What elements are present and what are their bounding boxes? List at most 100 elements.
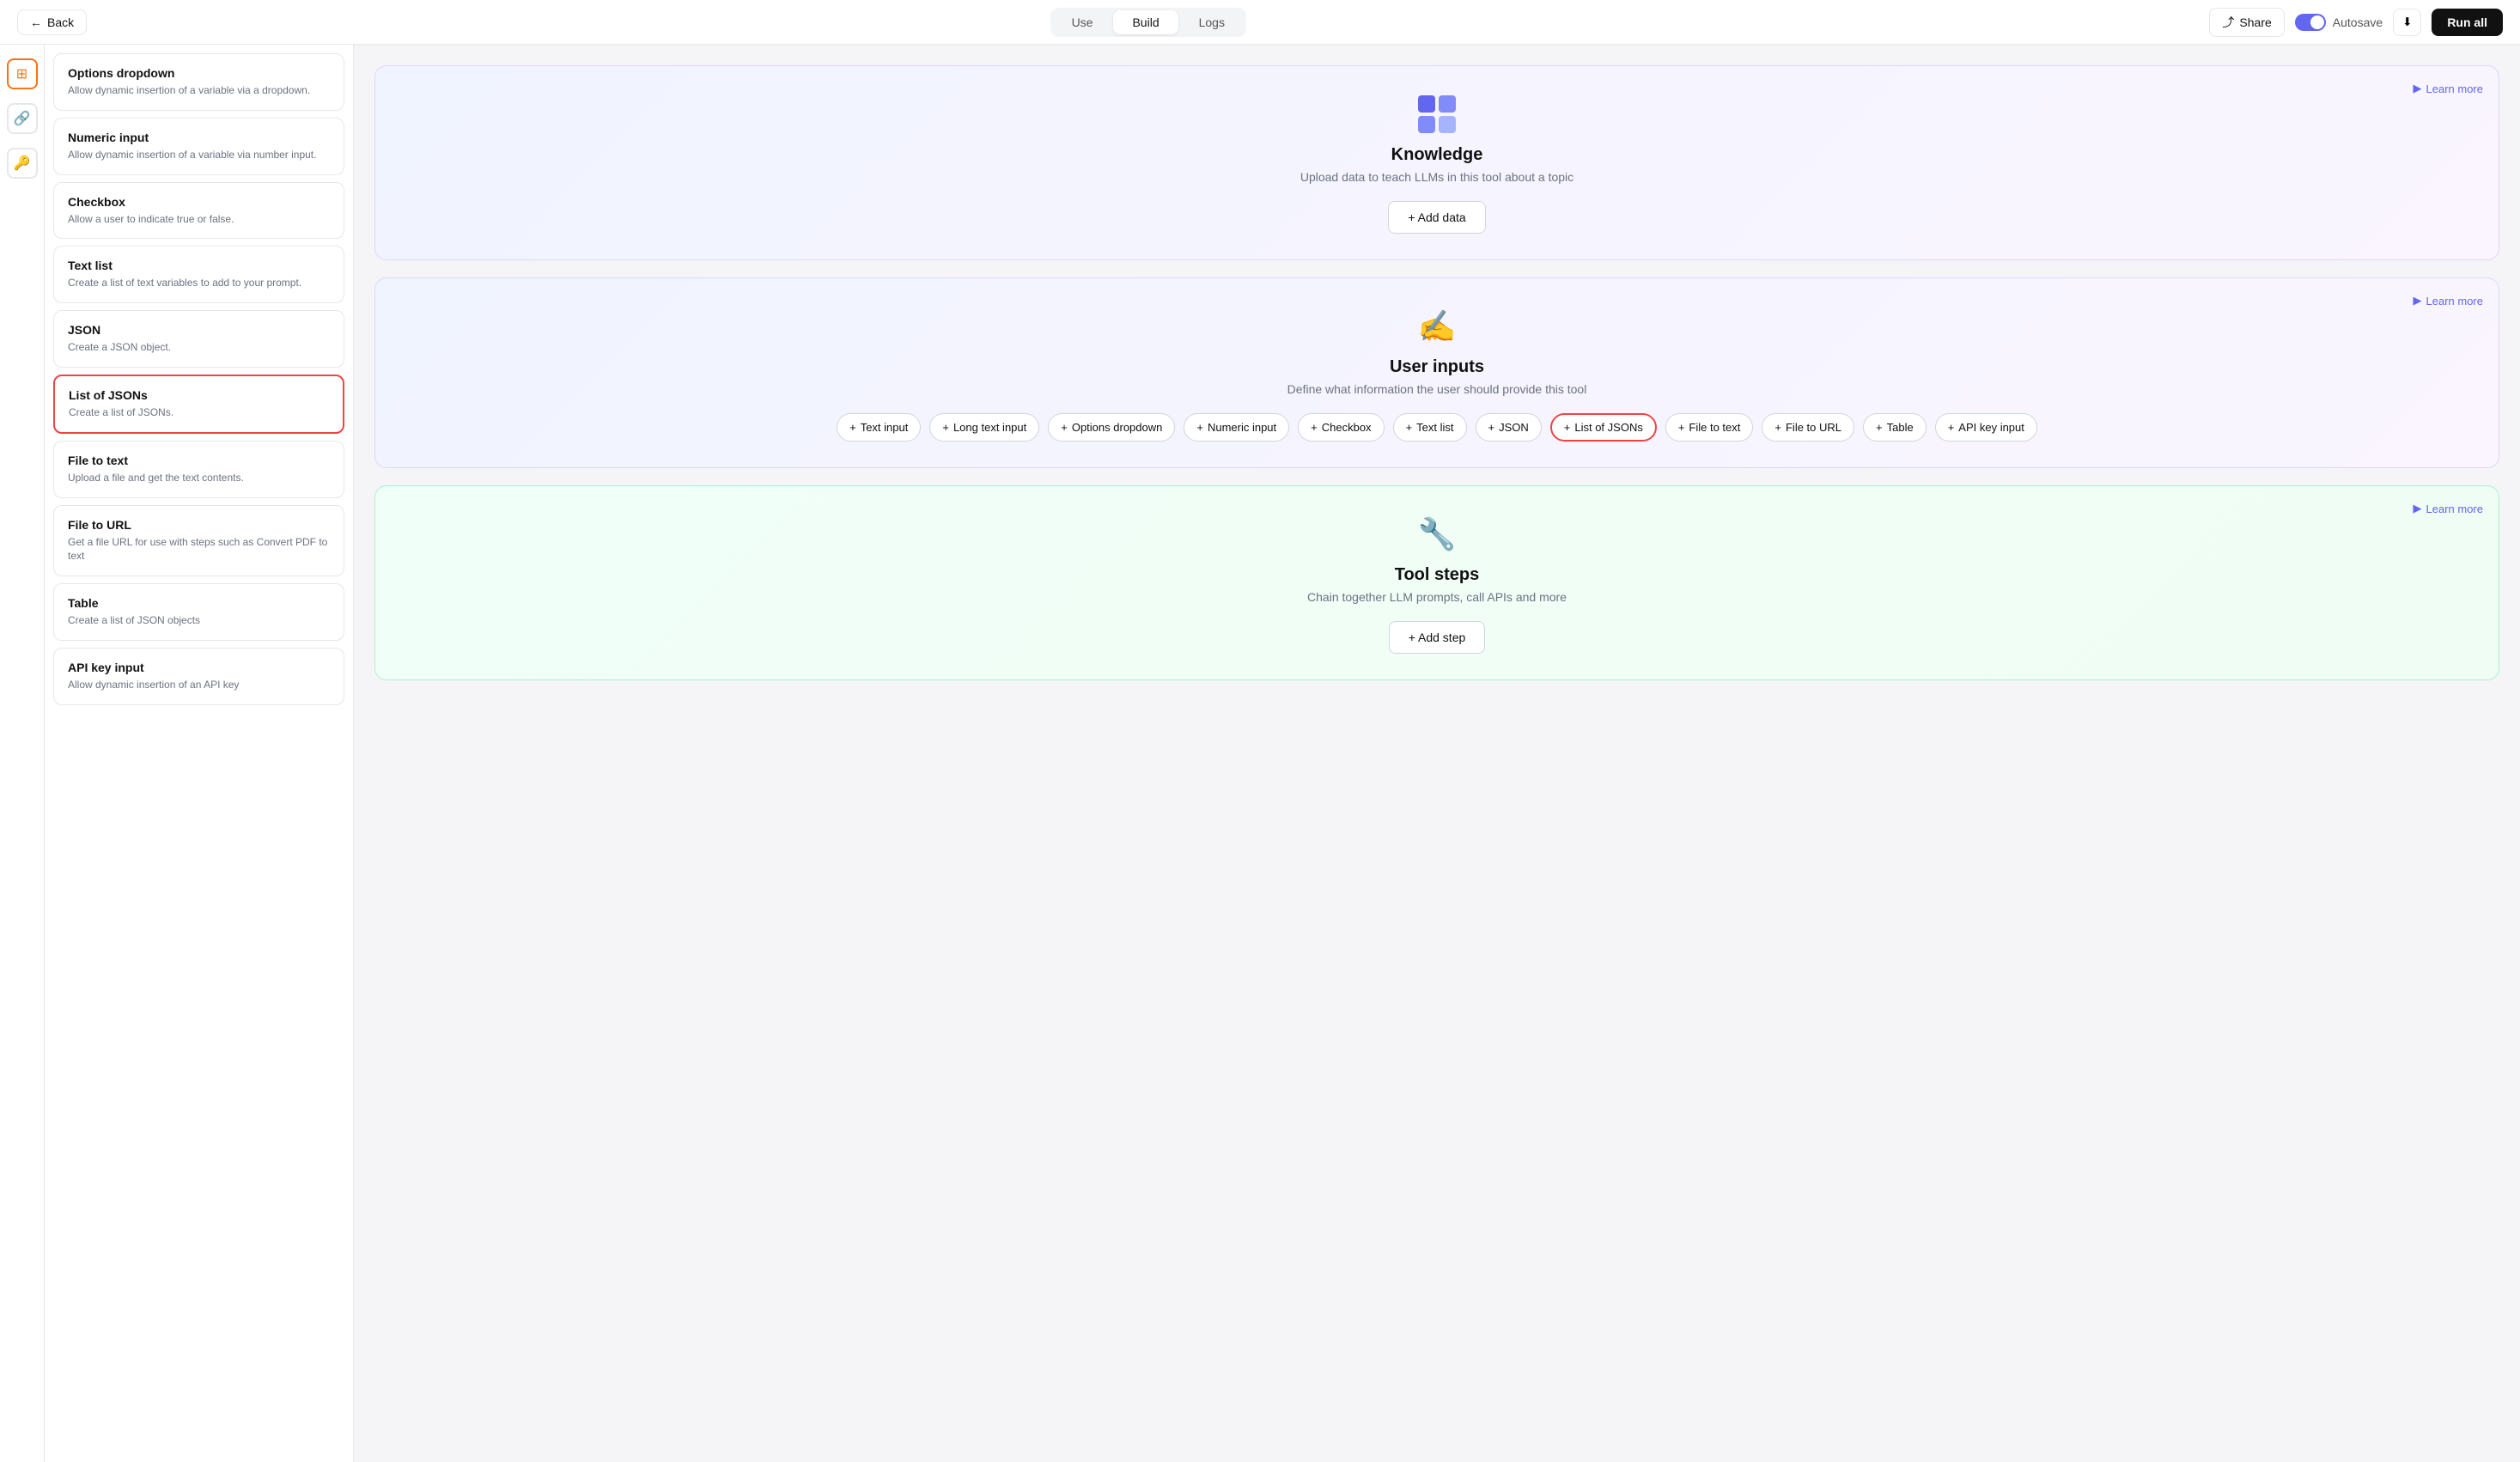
sidebar-icon-blocks[interactable]: ⊞: [7, 58, 38, 89]
chip-api-key-input[interactable]: + API key input: [1935, 413, 2037, 442]
sidebar-item-desc-table: Create a list of JSON objects: [68, 613, 330, 628]
plus-icon: +: [849, 421, 856, 434]
sidebar-item-table[interactable]: Table Create a list of JSON objects: [53, 583, 344, 641]
top-nav: ← Back Use Build Logs ⤴ Share Autosave ⬇…: [0, 0, 2520, 45]
user-inputs-icon: ✍️: [1415, 304, 1459, 349]
sidebar-item-desc-checkbox: Allow a user to indicate true or false.: [68, 212, 330, 227]
tool-steps-subtitle: Chain together LLM prompts, call APIs an…: [1307, 590, 1567, 604]
back-arrow-icon: ←: [30, 15, 42, 29]
tab-use[interactable]: Use: [1053, 10, 1112, 34]
sidebar-item-title-json: JSON: [68, 323, 330, 337]
sidebar-item-desc-api-key-input: Allow dynamic insertion of an API key: [68, 678, 330, 692]
sidebar-icon-key[interactable]: 🔑: [7, 148, 38, 179]
plus-icon: +: [1488, 421, 1495, 434]
user-inputs-card: ▶ Learn more ✍️ User inputs Define what …: [374, 277, 2499, 468]
sidebar-item-desc-json: Create a JSON object.: [68, 340, 330, 355]
tool-steps-header: 🔧 Tool steps Chain together LLM prompts,…: [406, 512, 2468, 604]
autosave-label: Autosave: [2333, 15, 2383, 29]
run-all-button[interactable]: Run all: [2432, 9, 2503, 36]
sidebar-item-file-to-text[interactable]: File to text Upload a file and get the t…: [53, 441, 344, 498]
autosave-wrapper: Autosave: [2295, 14, 2383, 31]
tab-build[interactable]: Build: [1113, 10, 1178, 34]
user-inputs-header: ✍️ User inputs Define what information t…: [406, 304, 2468, 396]
chip-numeric-input[interactable]: + Numeric input: [1184, 413, 1289, 442]
nav-tabs: Use Build Logs: [1050, 8, 1246, 37]
chip-text-list[interactable]: + Text list: [1393, 413, 1467, 442]
plus-icon: +: [1876, 421, 1883, 434]
sidebar-item-desc-numeric-input: Allow dynamic insertion of a variable vi…: [68, 148, 330, 162]
link-icon: 🔗: [14, 110, 31, 127]
play-icon-3: ▶: [2413, 502, 2422, 515]
input-chips: + Text input + Long text input + Options d…: [406, 413, 2468, 442]
play-icon-2: ▶: [2413, 294, 2422, 308]
chip-long-text-input[interactable]: + Long text input: [929, 413, 1039, 442]
play-icon: ▶: [2413, 82, 2422, 95]
plus-icon: +: [1196, 421, 1203, 434]
left-panel: Options dropdown Allow dynamic insertion…: [45, 45, 354, 1462]
autosave-toggle[interactable]: [2295, 14, 2326, 31]
plus-icon: +: [1406, 421, 1413, 434]
plus-icon: +: [1061, 421, 1068, 434]
add-step-button[interactable]: + Add step: [1389, 621, 1486, 654]
plus-icon: +: [1774, 421, 1781, 434]
sidebar-item-list-of-jsons[interactable]: List of JSONs Create a list of JSONs.: [53, 375, 344, 434]
save-icon-button[interactable]: ⬇: [2393, 9, 2421, 36]
sidebar-item-title-options-dropdown: Options dropdown: [68, 66, 330, 80]
sidebar-item-title-text-list: Text list: [68, 259, 330, 272]
tool-steps-icon: 🔧: [1415, 512, 1459, 557]
chip-json[interactable]: + JSON: [1476, 413, 1542, 442]
icon-sidebar: ⊞ 🔗 🔑: [0, 45, 45, 1462]
back-label: Back: [47, 15, 74, 29]
sidebar-item-title-checkbox: Checkbox: [68, 195, 330, 209]
tool-steps-card: ▶ Learn more 🔧 Tool steps Chain together…: [374, 485, 2499, 680]
sidebar-item-desc-options-dropdown: Allow dynamic insertion of a variable vi…: [68, 83, 330, 98]
user-inputs-learn-more[interactable]: ▶ Learn more: [2413, 294, 2483, 308]
plus-icon: +: [1564, 421, 1571, 434]
tool-steps-title: Tool steps: [1395, 565, 1480, 585]
key-icon: 🔑: [14, 155, 31, 172]
chip-checkbox[interactable]: + Checkbox: [1298, 413, 1384, 442]
sidebar-item-desc-file-to-url: Get a file URL for use with steps such a…: [68, 535, 330, 564]
share-icon: ⤴: [2222, 14, 2234, 31]
sidebar-item-file-to-url[interactable]: File to URL Get a file URL for use with …: [53, 505, 344, 577]
plus-icon: +: [1311, 421, 1318, 434]
tab-logs[interactable]: Logs: [1180, 10, 1244, 34]
sidebar-item-checkbox[interactable]: Checkbox Allow a user to indicate true o…: [53, 182, 344, 240]
chip-file-to-text[interactable]: + File to text: [1665, 413, 1754, 442]
sidebar-icon-link[interactable]: 🔗: [7, 103, 38, 134]
sidebar-item-title-list-of-jsons: List of JSONs: [69, 388, 329, 402]
knowledge-title: Knowledge: [1391, 145, 1483, 165]
save-icon: ⬇: [2402, 15, 2412, 29]
sidebar-item-json[interactable]: JSON Create a JSON object.: [53, 310, 344, 368]
sidebar-item-numeric-input[interactable]: Numeric input Allow dynamic insertion of…: [53, 118, 344, 175]
sidebar-item-title-numeric-input: Numeric input: [68, 131, 330, 144]
nav-right: ⤴ Share Autosave ⬇ Run all: [2209, 8, 2503, 37]
chip-text-input[interactable]: + Text input: [837, 413, 921, 442]
plus-icon: +: [942, 421, 949, 434]
plus-icon: +: [1948, 421, 1955, 434]
chip-file-to-url[interactable]: + File to URL: [1762, 413, 1854, 442]
user-inputs-subtitle: Define what information the user should …: [1287, 382, 1587, 396]
chip-options-dropdown[interactable]: + Options dropdown: [1048, 413, 1175, 442]
add-data-button[interactable]: + Add data: [1388, 201, 1485, 234]
plus-icon: +: [1678, 421, 1685, 434]
sidebar-item-title-table: Table: [68, 596, 330, 610]
blocks-icon: ⊞: [16, 65, 27, 82]
sidebar-item-text-list[interactable]: Text list Create a list of text variable…: [53, 246, 344, 303]
sidebar-item-desc-text-list: Create a list of text variables to add t…: [68, 276, 330, 290]
chip-table[interactable]: + Table: [1863, 413, 1927, 442]
knowledge-learn-more[interactable]: ▶ Learn more: [2413, 82, 2483, 95]
user-inputs-title: User inputs: [1390, 357, 1484, 377]
share-button[interactable]: ⤴ Share: [2209, 8, 2284, 37]
chip-list-of-jsons[interactable]: + List of JSONs: [1550, 413, 1657, 442]
sidebar-item-title-file-to-url: File to URL: [68, 518, 330, 532]
sidebar-item-api-key-input[interactable]: API key input Allow dynamic insertion of…: [53, 648, 344, 705]
sidebar-item-options-dropdown[interactable]: Options dropdown Allow dynamic insertion…: [53, 53, 344, 111]
sidebar-item-desc-file-to-text: Upload a file and get the text contents.: [68, 471, 330, 485]
sidebar-item-title-file-to-text: File to text: [68, 454, 330, 467]
knowledge-header: Knowledge Upload data to teach LLMs in t…: [406, 92, 2468, 184]
back-button[interactable]: ← Back: [17, 9, 87, 35]
knowledge-card: ▶ Learn more Knowledge Upload data to te…: [374, 65, 2499, 260]
sidebar-item-desc-list-of-jsons: Create a list of JSONs.: [69, 405, 329, 420]
tool-steps-learn-more[interactable]: ▶ Learn more: [2413, 502, 2483, 515]
